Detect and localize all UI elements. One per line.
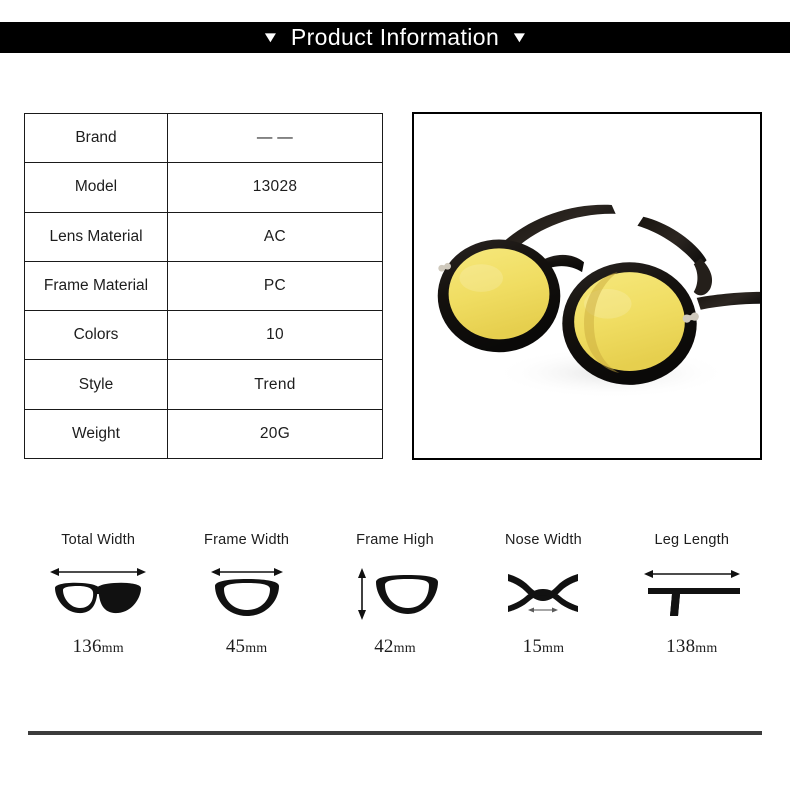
measurement-label: Frame Width <box>204 532 290 548</box>
single-lens-width-icon <box>207 562 287 624</box>
caret-down-left-icon: ▼ <box>261 29 280 46</box>
spec-label: Lens Material <box>25 212 168 261</box>
measurement-value: 138mm <box>666 636 717 658</box>
spec-label: Model <box>25 163 168 212</box>
caret-down-right-icon: ▼ <box>510 29 529 46</box>
measurement-number: 138 <box>666 636 696 657</box>
measurement-value: 136mm <box>73 636 124 658</box>
measurement-frame-high: Frame High 42mm <box>321 532 469 658</box>
spec-value: — — <box>256 129 294 147</box>
single-lens-height-icon <box>350 562 440 624</box>
table-row: Frame Material PC <box>25 261 382 312</box>
table-row: Colors 10 <box>25 311 382 361</box>
measurement-frame-width: Frame Width 45mm <box>172 532 320 658</box>
spec-value: 20G <box>259 424 291 442</box>
measurement-value: 45mm <box>226 636 268 658</box>
bottom-divider <box>28 731 762 735</box>
spec-value: 10 <box>266 326 284 344</box>
page-title: Product Information <box>290 24 500 50</box>
spec-value: AC <box>263 227 287 245</box>
measurement-unit: mm <box>695 641 718 656</box>
measurement-label: Frame High <box>356 532 434 548</box>
table-row: Lens Material AC <box>25 212 382 262</box>
product-information-banner: ▼ Product Information ▼ <box>0 22 790 53</box>
measurement-leg-length: Leg Length 138mm <box>618 532 766 658</box>
measurement-total-width: Total Width 136mm <box>24 532 172 658</box>
temple-arm-icon <box>640 562 744 624</box>
specification-table: Brand — — Model 13028 Lens Material AC F… <box>24 113 383 459</box>
measurement-unit: mm <box>542 641 565 656</box>
nose-bridge-icon <box>504 562 582 624</box>
measurement-strip: Total Width 136mm Frame Width 45mm Frame… <box>0 532 790 658</box>
spec-label: Style <box>25 360 168 409</box>
measurement-unit: mm <box>393 641 416 656</box>
measurement-value: 42mm <box>374 636 416 658</box>
spec-label: Weight <box>25 409 168 458</box>
measurement-number: 42 <box>374 636 394 657</box>
measurement-nose-width: Nose Width 15mm <box>469 532 617 658</box>
table-row: Weight 20G <box>25 409 382 458</box>
full-glasses-front-icon <box>46 562 150 624</box>
measurement-label: Total Width <box>61 532 136 548</box>
measurement-number: 136 <box>72 636 102 657</box>
spec-label: Frame Material <box>25 261 168 311</box>
product-photo-panel <box>412 112 762 460</box>
table-row: Style Trend <box>25 360 382 410</box>
lens-left <box>448 248 550 340</box>
spec-label: Colors <box>25 311 168 360</box>
table-row: Model 13028 <box>25 163 382 213</box>
measurement-number: 15 <box>522 636 543 657</box>
measurement-unit: mm <box>101 641 124 656</box>
spec-value: 13028 <box>252 178 298 196</box>
measurement-unit: mm <box>245 641 268 656</box>
sunglasses-product-image <box>414 114 760 458</box>
measurement-value: 15mm <box>523 636 565 658</box>
measurement-label: Nose Width <box>504 532 582 548</box>
table-row: Brand — — <box>25 114 382 164</box>
measurement-label: Leg Length <box>654 532 730 548</box>
spec-value: Trend <box>254 375 296 393</box>
spec-label: Brand <box>25 114 168 163</box>
spec-value: PC <box>263 276 287 294</box>
measurement-number: 45 <box>225 636 246 657</box>
